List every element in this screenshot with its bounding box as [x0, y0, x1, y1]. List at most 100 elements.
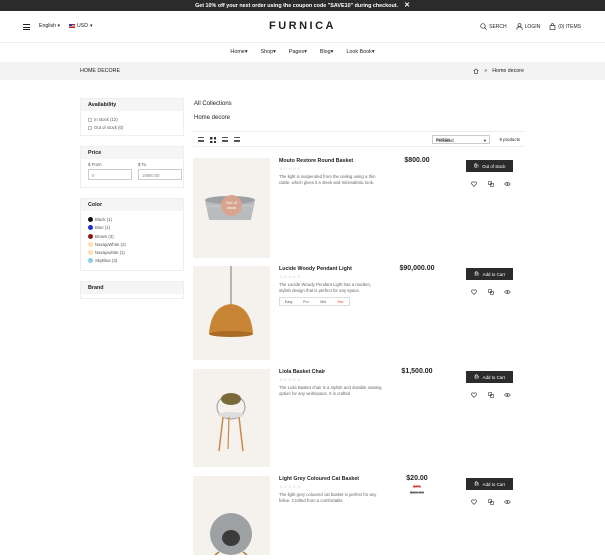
checkbox[interactable]	[88, 125, 92, 130]
filter-option-in-stock[interactable]: In stock (12)	[88, 117, 176, 122]
filter-option-out-of-stock[interactable]: Out of stock (0)	[88, 125, 176, 130]
variant-option[interactable]: Easy	[280, 298, 297, 305]
color-swatch-option[interactable]: Navajowhite (1)	[88, 249, 176, 255]
filter-brand: Brand	[80, 281, 184, 299]
wishlist-icon[interactable]	[469, 390, 478, 399]
breadcrumb: HOME DECORE » Home decore	[0, 62, 605, 80]
rating-stars: ☆☆☆☆☆	[279, 484, 302, 489]
checkbox[interactable]	[88, 117, 92, 122]
add-to-cart-button[interactable]: 🛍 Add to Cart	[466, 478, 513, 490]
compare-price: $75	[413, 484, 421, 489]
color-label: Brown (3)	[95, 233, 114, 239]
add-to-cart-button[interactable]: 🛍 Add to Cart	[466, 371, 513, 383]
price-to-input[interactable]: 19850.00	[138, 169, 182, 180]
out-of-stock-button[interactable]: 🛍 Out of stock	[466, 160, 513, 172]
product-description: The Lucide Woody Pendant Light has a mod…	[279, 282, 372, 293]
quick-view-icon[interactable]	[503, 497, 512, 506]
nav-item-pages[interactable]: Pages▾	[289, 49, 307, 55]
filter-title[interactable]: Brand	[81, 282, 183, 294]
product-card: Liola Basket Chair ☆☆☆☆☆ The Liola Baske…	[193, 368, 525, 467]
cart-link[interactable]: (0) ITEMS	[549, 23, 581, 30]
color-swatch-option[interactable]: Black (1)	[88, 217, 176, 223]
color-swatch[interactable]	[88, 217, 93, 223]
product-title[interactable]: Liola Basket Chair	[279, 369, 325, 375]
variant-option[interactable]: Sec	[332, 298, 349, 305]
product-description: The light is suspended from the ceiling …	[279, 174, 376, 185]
quick-view-icon[interactable]	[503, 287, 512, 296]
rating-stars: ☆☆☆☆☆	[279, 274, 302, 279]
product-title[interactable]: Light Grey Coloured Cat Basket	[279, 476, 359, 482]
product-image[interactable]	[193, 476, 270, 556]
price-from-input[interactable]: 0	[88, 169, 132, 180]
sort-select[interactable]: Featured ▾	[432, 135, 490, 144]
color-swatch-option[interactable]: Blue (1)	[88, 225, 176, 231]
variant-option[interactable]: Mid	[315, 298, 332, 305]
product-price: $20.00	[406, 475, 428, 482]
site-header: English ▾ USD ▾ FURNICA SERCH LOGIN (0) …	[0, 11, 605, 42]
compare-icon[interactable]	[486, 390, 495, 399]
product-title[interactable]: Lucide Woody Pendant Light	[279, 266, 352, 272]
product-price: $1,500.00	[401, 368, 433, 375]
nav-item-shop[interactable]: Shop▾	[261, 49, 276, 55]
color-swatch[interactable]	[88, 225, 93, 231]
collections-link[interactable]: All Collections	[194, 101, 232, 107]
wishlist-icon[interactable]	[469, 287, 478, 296]
nav-item-blog[interactable]: Blog▾	[320, 49, 334, 55]
quick-view-icon[interactable]	[503, 390, 512, 399]
login-label: LOGIN	[524, 23, 541, 30]
product-price: $800.00	[404, 157, 430, 164]
nav-item-look-book[interactable]: Look Book▾	[346, 49, 374, 55]
color-swatch-option[interactable]: NavajoWhite (2)	[88, 241, 176, 247]
quick-view-icon[interactable]	[503, 179, 512, 188]
color-swatch[interactable]	[88, 258, 93, 264]
collection-toolbar: Sort by Featured ▾ 9 products	[193, 131, 524, 147]
color-swatch-option[interactable]: SkyBlue (3)	[88, 258, 176, 264]
product-description: The light grey coloured cat basket is pe…	[279, 492, 377, 503]
rating-stars: ☆☆☆☆☆	[279, 377, 302, 382]
compare-icon[interactable]	[486, 497, 495, 506]
list-view-icon[interactable]	[198, 137, 204, 142]
color-swatch[interactable]	[88, 249, 93, 255]
bag-icon: 🛍	[474, 271, 480, 276]
list-wide-icon[interactable]	[234, 137, 240, 142]
cart-label: (0) ITEMS	[558, 23, 581, 30]
main-nav: Home▾ Shop▾ Pages▾ Blog▾ Look Book▾	[0, 42, 605, 61]
filter-color: Color Black (1) Blue (1) Brown (3) NavajoWh…	[80, 198, 184, 271]
filter-title[interactable]: Color	[81, 199, 183, 211]
search-link[interactable]: SERCH	[480, 23, 507, 30]
product-image[interactable]	[193, 369, 270, 467]
product-image[interactable]	[193, 266, 270, 360]
wishlist-icon[interactable]	[469, 179, 478, 188]
compare-icon[interactable]	[486, 179, 495, 188]
breadcrumb-separator: »	[484, 68, 488, 74]
product-title[interactable]: Mouto Restore Round Basket	[279, 158, 353, 164]
nav-item-home[interactable]: Home▾	[230, 49, 247, 55]
wishlist-icon[interactable]	[469, 497, 478, 506]
home-icon[interactable]	[473, 68, 479, 74]
price-from-label: $ From	[88, 162, 102, 167]
filter-availability: Availability In stock (12) Out of stock …	[80, 98, 184, 136]
color-swatch-option[interactable]: Brown (3)	[88, 233, 176, 239]
filter-price: Price $ From 0 $ To 19850.00	[80, 146, 184, 188]
page-title: HOME DECORE	[80, 68, 121, 74]
product-image[interactable]: Out of stock	[193, 158, 270, 258]
color-swatch[interactable]	[88, 233, 93, 239]
filter-title[interactable]: Price	[81, 147, 183, 159]
login-link[interactable]: LOGIN	[516, 23, 541, 30]
announcement-text: Get 10% off your next order using the co…	[195, 2, 399, 9]
grid-view-icon[interactable]	[210, 137, 216, 143]
color-swatch[interactable]	[88, 241, 93, 247]
color-label: Blue (1)	[95, 225, 111, 231]
compare-price: $30.00	[409, 490, 425, 495]
list-compact-icon[interactable]	[222, 137, 228, 142]
announcement-bar: Get 10% off your next order using the co…	[0, 0, 605, 11]
product-card: Lucide Woody Pendant Light ☆☆☆☆☆ The Luc…	[193, 265, 525, 360]
compare-icon[interactable]	[486, 287, 495, 296]
add-to-cart-button[interactable]: 🛍 Add to Cart	[466, 268, 513, 280]
variant-options: Easy Pro Mid Sec	[279, 297, 350, 306]
close-icon[interactable]: ✕	[404, 2, 410, 9]
sort-value: Featured	[436, 138, 454, 143]
color-label: SkyBlue (3)	[95, 258, 118, 264]
variant-option[interactable]: Pro	[297, 298, 314, 305]
filter-title[interactable]: Availability	[81, 99, 183, 111]
